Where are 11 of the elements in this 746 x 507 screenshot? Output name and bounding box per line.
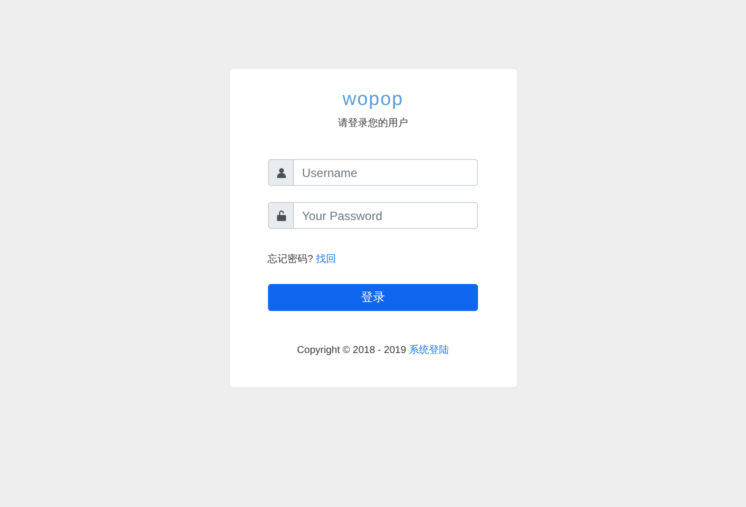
- login-button[interactable]: 登录: [268, 284, 478, 311]
- unlock-icon: [276, 210, 286, 221]
- logo: wopop: [342, 90, 404, 110]
- input-field[interactable]: Username: [293, 159, 478, 186]
- input-field[interactable]: Your Password: [293, 202, 478, 229]
- user-icon: [276, 168, 286, 178]
- system-login-link[interactable]: 系统登陆: [408, 345, 449, 356]
- forgot-password-text: 忘记密码? 找回: [268, 253, 336, 266]
- recover-link[interactable]: 找回: [316, 254, 336, 265]
- copyright-text: Copyright © 2018 - 2019 系统登陆: [297, 344, 449, 357]
- subtitle: 请登录您的用户: [338, 117, 408, 131]
